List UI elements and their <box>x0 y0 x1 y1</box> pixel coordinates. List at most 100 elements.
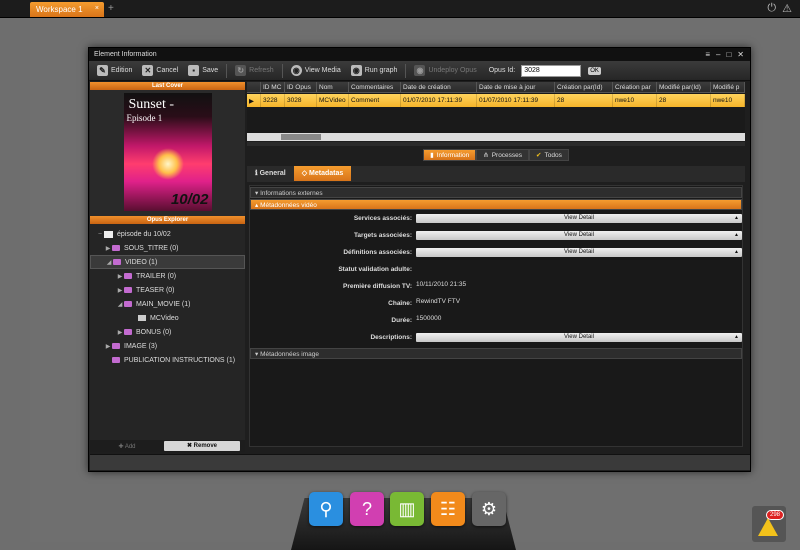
close-tab-icon[interactable]: × <box>95 5 99 12</box>
row-indicator: ▶ <box>247 94 261 107</box>
table-cell: 28 <box>555 94 613 107</box>
dock-hierarchy-button[interactable]: ☷ <box>431 492 465 526</box>
opus-id-label: Opus Id: <box>488 67 516 74</box>
warning-icon <box>758 518 778 536</box>
column-header[interactable] <box>247 82 261 92</box>
minimize-icon[interactable]: – <box>716 50 720 59</box>
tree-node-label: TRAILER (0) <box>136 272 177 280</box>
element-information-window: Element Information ≡ – □ ✕ ✎ Edition ✕ Ca… <box>88 47 751 472</box>
view-detail-button[interactable]: View Detail ▲ <box>416 248 742 257</box>
column-header[interactable]: Création par <box>613 82 657 92</box>
collapse-icon[interactable]: – <box>96 231 104 237</box>
collapse-icon[interactable]: ◢ <box>105 259 113 266</box>
column-header[interactable]: Nom <box>317 82 349 92</box>
expand-icon[interactable]: ▶ <box>116 329 124 336</box>
undeploy-opus-button[interactable]: ◉ Undeploy Opus <box>410 63 480 79</box>
tree-node-label: MAIN_MOVIE (1) <box>136 300 191 308</box>
tree-node-main-movie[interactable]: ◢ MAIN_MOVIE (1) <box>90 297 245 311</box>
dock-help-button[interactable]: ? <box>350 492 384 526</box>
left-panel: Last Cover Sunset - Episode 1 10/02 Opus… <box>90 82 245 452</box>
collapse-icon[interactable]: ◢ <box>116 301 124 308</box>
save-label: Save <box>202 67 219 74</box>
metadata-panel: ▾ Informations externes ▴ Métadonnées vi… <box>249 185 743 447</box>
opus-id-input[interactable]: 3028 <box>521 64 582 77</box>
field-label: Descriptions: <box>370 334 412 341</box>
tree-node-sous-titre[interactable]: ▶ SOUS_TITRE (0) <box>90 241 245 255</box>
column-header[interactable]: ID MC <box>261 82 285 92</box>
tab-processes[interactable]: ⋔ Processes <box>476 149 530 161</box>
expand-icon[interactable]: ▶ <box>116 273 124 280</box>
dock-search-button[interactable]: ⚲ <box>309 492 343 526</box>
close-window-icon[interactable]: ✕ <box>737 50 744 59</box>
document-icon <box>104 230 113 238</box>
tab-metadatas[interactable]: ◇ Metadatas <box>293 166 352 181</box>
cancel-button[interactable]: ✕ Cancel <box>138 63 182 79</box>
scrollbar-thumb[interactable] <box>281 134 321 140</box>
grid-horizontal-scrollbar[interactable] <box>247 133 745 141</box>
refresh-button[interactable]: ↻ Refresh <box>231 63 278 79</box>
add-button[interactable]: ✚ Add <box>90 443 164 450</box>
window-titlebar[interactable]: Element Information ≡ – □ ✕ <box>89 48 750 61</box>
window-title: Element Information <box>94 51 157 58</box>
warning-icon[interactable]: ⚠ <box>782 2 792 15</box>
menu-icon[interactable]: ≡ <box>705 50 710 59</box>
tree-node-episode[interactable]: – épisode du 10/02 <box>90 227 245 241</box>
group-metadonnees-video[interactable]: ▴ Métadonnées vidéo <box>250 199 742 210</box>
add-workspace-button[interactable]: + <box>108 3 114 14</box>
ok-button[interactable]: OK <box>588 66 601 75</box>
view-detail-button[interactable]: View Detail ▲ <box>416 231 742 240</box>
table-cell: MCVideo <box>317 94 349 107</box>
tree-node-label: SOUS_TITRE (0) <box>124 244 179 252</box>
tree-node-teaser[interactable]: ▶ TEASER (0) <box>90 283 245 297</box>
tab-workspace-1[interactable]: Workspace 1 × <box>30 2 104 17</box>
tree-node-publication-instructions[interactable]: PUBLICATION INSTRUCTIONS (1) <box>90 353 245 367</box>
column-header[interactable]: Création par(Id) <box>555 82 613 92</box>
column-header[interactable]: Modifié p <box>711 82 745 92</box>
power-icon[interactable]: ⏻ <box>767 2 776 15</box>
view-media-button[interactable]: ◉ View Media <box>287 63 345 79</box>
table-cell: 3028 <box>285 94 317 107</box>
column-header[interactable]: Date de mise à jour <box>477 82 555 92</box>
group-label: Informations externes <box>260 190 323 197</box>
expand-icon[interactable]: ▶ <box>116 287 124 294</box>
tree-node-trailer[interactable]: ▶ TRAILER (0) <box>90 269 245 283</box>
save-icon: ▪ <box>188 65 200 76</box>
view-detail-button[interactable]: View Detail ▲ <box>416 214 742 223</box>
folder-icon <box>113 259 121 265</box>
panel-splitter[interactable] <box>247 142 745 146</box>
remove-button[interactable]: ✖ Remove <box>164 441 240 451</box>
folder-icon <box>124 273 132 279</box>
tree-node-image[interactable]: ▶ IMAGE (3) <box>90 339 245 353</box>
expand-icon[interactable]: ▶ <box>104 343 112 350</box>
column-header[interactable]: Commentaires <box>349 82 401 92</box>
expand-icon[interactable]: ▶ <box>104 245 112 252</box>
column-header[interactable]: Date de création <box>401 82 477 92</box>
group-metadonnees-image[interactable]: ▾ Métadonnées image <box>250 348 742 359</box>
column-header[interactable]: Modifié par(Id) <box>657 82 711 92</box>
tree-node-mcvideo[interactable]: MCVideo <box>90 311 245 325</box>
dock-workflow-button[interactable]: ▥ <box>390 492 424 526</box>
group-informations-externes[interactable]: ▾ Informations externes <box>250 187 742 198</box>
table-row[interactable]: ▶ 3228 3028 MCVideo Comment 01/07/2010 1… <box>247 94 745 107</box>
dock-settings-button[interactable]: ⚙ <box>472 492 506 526</box>
table-cell: nwe10 <box>613 94 657 107</box>
table-cell: 01/07/2010 17:11:39 <box>477 94 555 107</box>
tab-todos[interactable]: ✔ Todos <box>529 149 569 161</box>
tab-general[interactable]: ℹ General <box>247 166 294 181</box>
save-button[interactable]: ▪ Save <box>184 63 222 79</box>
tree-node-bonus[interactable]: ▶ BONUS (0) <box>90 325 245 339</box>
field-label: Définitions associées: <box>343 249 412 256</box>
field-duree: Durée: 1500000 <box>250 313 742 330</box>
group-label: Métadonnées vidéo <box>260 202 317 209</box>
run-graph-button[interactable]: ◉ Run graph <box>347 63 402 79</box>
tree-node-video[interactable]: ◢ VIDEO (1) <box>90 255 245 269</box>
edition-button[interactable]: ✎ Edition <box>93 63 136 79</box>
sun-graphic <box>151 148 184 180</box>
tab-information[interactable]: ▮ Information <box>423 149 477 161</box>
toolbar-divider <box>405 63 407 78</box>
maximize-icon[interactable]: □ <box>726 50 731 59</box>
view-detail-button[interactable]: View Detail ▲ <box>416 333 742 342</box>
media-grid: ID MC ID Opus Nom Commentaires Date de c… <box>247 82 745 140</box>
notification-button[interactable]: 298 <box>752 506 786 542</box>
column-header[interactable]: ID Opus <box>285 82 317 92</box>
